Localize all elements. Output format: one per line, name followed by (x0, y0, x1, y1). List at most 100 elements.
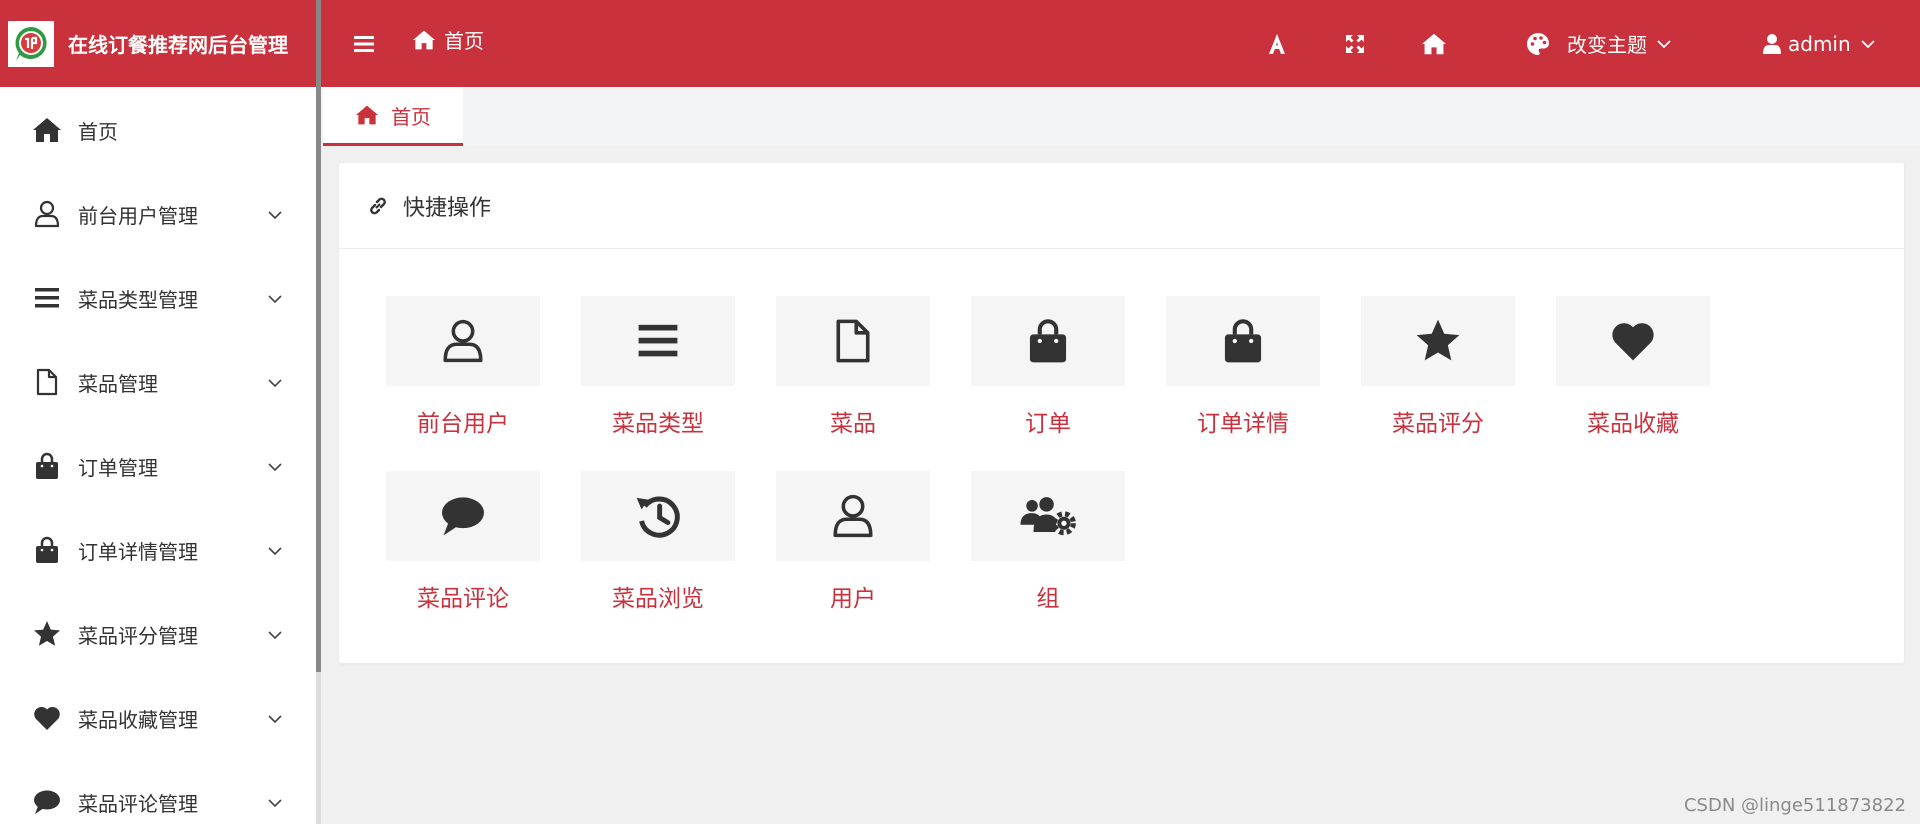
top-bar: 首页 改变主题 admin (321, 0, 1920, 87)
frontend-home-button[interactable] (1421, 0, 1447, 87)
shopping-bag-icon (32, 535, 62, 565)
file-icon (32, 367, 62, 397)
home-icon (356, 105, 378, 125)
hamburger-icon (354, 35, 374, 52)
chevron-down-icon (268, 291, 282, 305)
sidebar-item-dishes[interactable]: 菜品管理 (0, 340, 316, 424)
sidebar-item-dish-ratings[interactable]: 菜品评分管理 (0, 592, 316, 676)
star-icon (1416, 319, 1460, 361)
tab-home[interactable]: 首页 (323, 87, 463, 146)
home-icon (1422, 33, 1446, 54)
quick-action-label: 前台用户 (417, 411, 509, 437)
quick-action-tile (971, 471, 1125, 561)
quick-action-label: 组 (1036, 586, 1060, 612)
quick-action-tile (581, 296, 735, 386)
heart-icon (1612, 323, 1654, 361)
breadcrumb[interactable]: 首页 (412, 0, 484, 83)
chevron-down-icon (1861, 39, 1875, 48)
user-dropdown[interactable]: admin (1762, 0, 1875, 87)
card-title: 快捷操作 (403, 195, 492, 221)
quick-action-tile (776, 471, 930, 561)
sidebar-item-label: 菜品收藏管理 (78, 707, 198, 732)
chevron-down-icon (268, 627, 282, 641)
sidebar-item-dish-types[interactable]: 菜品类型管理 (0, 256, 316, 340)
chevron-down-icon (268, 375, 282, 389)
quick-action-tile (581, 471, 735, 561)
chevron-down-icon (268, 207, 282, 221)
comment-icon (32, 787, 62, 817)
sidebar-scrollbar-track (316, 672, 321, 824)
menu-toggle-button[interactable] (353, 0, 375, 87)
theme-dropdown[interactable]: 改变主题 (1526, 0, 1671, 87)
breadcrumb-home: 首页 (444, 29, 484, 53)
sidebar-item-dish-favorites[interactable]: 菜品收藏管理 (0, 676, 316, 760)
sidebar-item-label: 订单详情管理 (78, 539, 198, 564)
sidebar-item-order-details[interactable]: 订单详情管理 (0, 508, 316, 592)
user-name: admin (1788, 31, 1851, 56)
quick-action-dish-views[interactable]: 菜品浏览 (581, 471, 735, 621)
list-icon (32, 283, 62, 313)
tab-label: 首页 (391, 104, 431, 129)
sidebar-item-frontend-users[interactable]: 前台用户管理 (0, 172, 316, 256)
sidebar-item-home[interactable]: 首页 (0, 88, 316, 172)
font-size-button[interactable] (1267, 0, 1287, 87)
quick-action-label: 菜品评分 (1392, 411, 1484, 437)
shopping-bag-icon (32, 451, 62, 481)
quick-action-label: 菜品浏览 (612, 586, 704, 612)
sidebar-item-label: 前台用户管理 (78, 203, 198, 228)
quick-action-label: 订单 (1025, 411, 1071, 437)
quick-action-dish-types[interactable]: 菜品类型 (581, 296, 735, 446)
quick-action-label: 菜品评论 (417, 586, 509, 612)
chevron-down-icon (1657, 39, 1671, 48)
app-title: 在线订餐推荐网后台管理 (68, 33, 288, 57)
history-icon (636, 496, 680, 538)
quick-action-frontend-users[interactable]: 前台用户 (386, 296, 540, 446)
users-gear-icon (1020, 497, 1076, 536)
quick-action-tile (1556, 296, 1710, 386)
quick-action-tile (386, 471, 540, 561)
quick-action-tile (1361, 296, 1515, 386)
quick-actions-card: 快捷操作 前台用户 菜品类型 菜品 订单 订单详情 菜品评分 菜品收藏 菜品评论… (339, 163, 1904, 663)
quick-action-groups[interactable]: 组 (971, 471, 1125, 621)
sidebar: 在线订餐推荐网后台管理 首页 前台用户管理 菜品类型管理 菜品管理 订单管理 订… (0, 0, 316, 824)
star-icon (32, 619, 62, 649)
sidebar-item-orders[interactable]: 订单管理 (0, 424, 316, 508)
quick-action-dish-comments[interactable]: 菜品评论 (386, 471, 540, 621)
quick-action-label: 订单详情 (1197, 411, 1289, 437)
quick-action-dishes[interactable]: 菜品 (776, 296, 930, 446)
heart-icon (32, 703, 62, 733)
quick-action-users[interactable]: 用户 (776, 471, 930, 621)
expand-icon (1346, 34, 1364, 53)
quick-action-label: 菜品类型 (612, 411, 704, 437)
quick-action-tile (386, 296, 540, 386)
chevron-down-icon (268, 795, 282, 809)
shopping-bag-icon (1029, 319, 1067, 363)
home-icon (413, 30, 435, 49)
quick-action-orders[interactable]: 订单 (971, 296, 1125, 446)
file-icon (836, 319, 870, 363)
quick-action-order-details[interactable]: 订单详情 (1166, 296, 1320, 446)
sidebar-item-label: 订单管理 (78, 455, 158, 480)
font-icon (1269, 33, 1285, 54)
quick-action-dish-ratings[interactable]: 菜品评分 (1361, 296, 1515, 446)
comment-icon (442, 497, 484, 536)
chevron-down-icon (268, 711, 282, 725)
logo-bar: 在线订餐推荐网后台管理 (0, 0, 316, 87)
app-logo (8, 20, 54, 67)
quick-action-tile (971, 296, 1125, 386)
quick-action-dish-favorites[interactable]: 菜品收藏 (1556, 296, 1710, 446)
link-icon (370, 197, 386, 214)
home-icon (32, 115, 62, 145)
quick-action-tile (776, 296, 930, 386)
palette-icon (1527, 32, 1549, 55)
sidebar-item-label: 菜品类型管理 (78, 287, 198, 312)
sidebar-item-dish-comments[interactable]: 菜品评论管理 (0, 760, 316, 824)
sidebar-item-label: 菜品评论管理 (78, 791, 198, 816)
chevron-down-icon (268, 543, 282, 557)
watermark: CSDN @linge511873822 (1683, 795, 1906, 816)
fullscreen-button[interactable] (1344, 0, 1366, 87)
list-icon (638, 324, 678, 357)
tab-strip: 首页 (321, 87, 1920, 146)
quick-action-label: 菜品收藏 (1587, 411, 1679, 437)
user-icon (443, 319, 483, 363)
